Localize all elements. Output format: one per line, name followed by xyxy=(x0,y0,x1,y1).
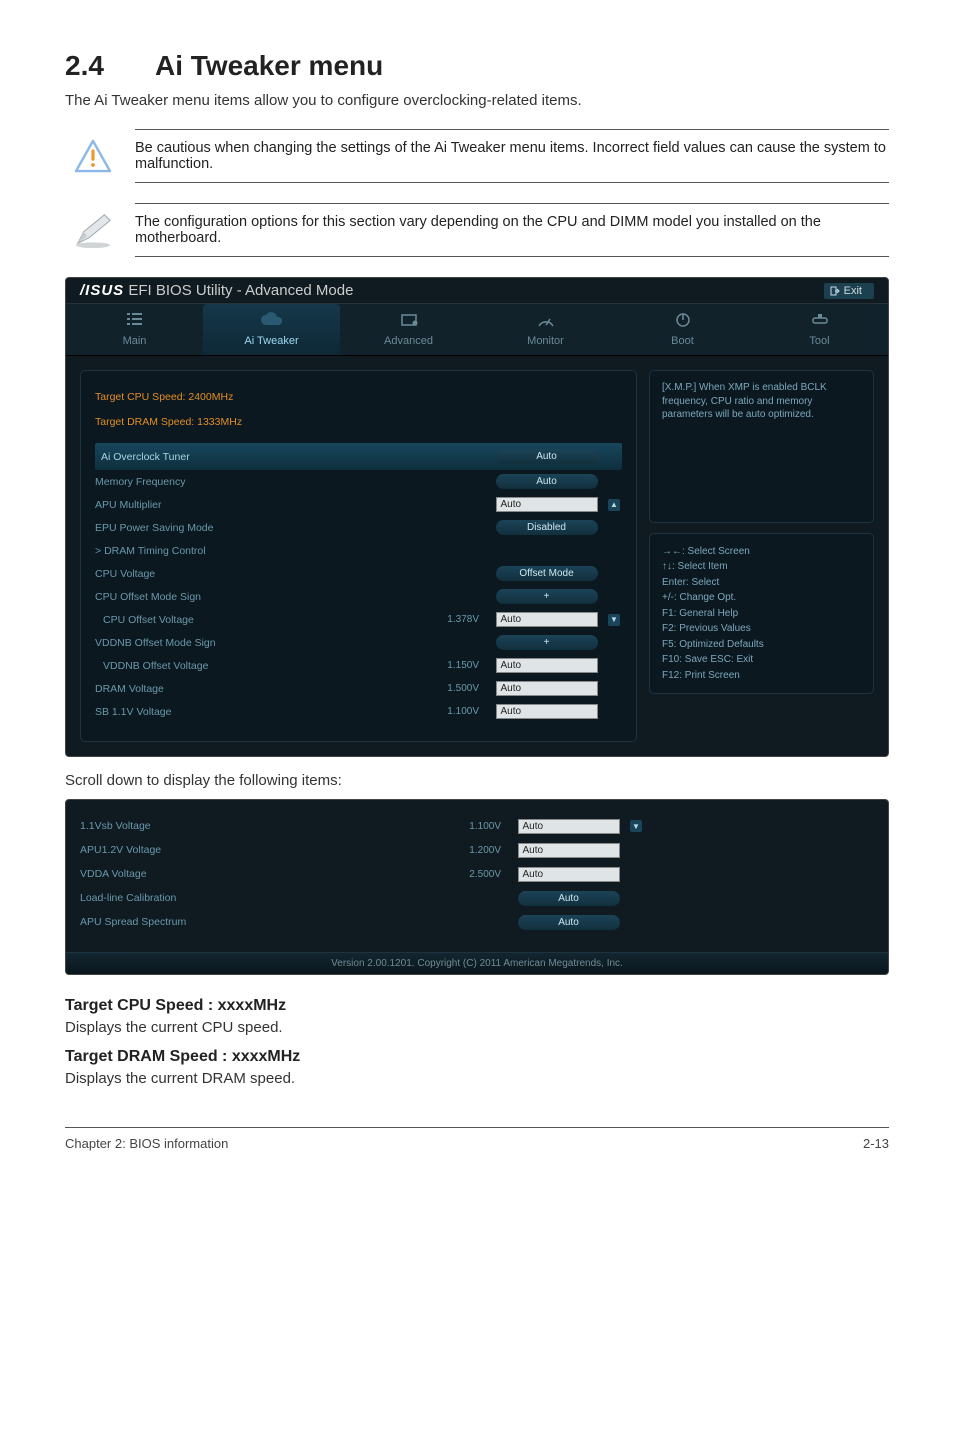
row-vddnb-offset-voltage[interactable]: VDDNB Offset Voltage 1.150V Auto xyxy=(95,654,622,677)
value-disabled[interactable]: Disabled xyxy=(496,520,598,535)
warning-icon xyxy=(65,139,120,173)
value-offset-mode[interactable]: Offset Mode xyxy=(496,566,598,581)
value-auto[interactable]: Auto xyxy=(496,474,598,489)
scroll-down-icon[interactable]: ▼ xyxy=(608,614,620,626)
row-vdda-voltage[interactable]: VDDA Voltage 2.500V Auto xyxy=(80,862,874,886)
cloud-icon xyxy=(259,311,285,329)
footer-page-number: 2-13 xyxy=(863,1136,889,1151)
scroll-down-icon[interactable]: ▼ xyxy=(630,820,642,832)
value-plus[interactable]: + xyxy=(496,589,598,604)
target-dram-text: Displays the current DRAM speed. xyxy=(65,1070,889,1087)
section-number: 2.4 xyxy=(65,50,155,82)
tab-tool[interactable]: Tool xyxy=(751,304,888,355)
row-load-line-calibration[interactable]: Load-line Calibration Auto xyxy=(80,886,874,910)
row-ai-overclock-tuner[interactable]: Ai Overclock Tuner Auto xyxy=(95,443,622,470)
scroll-up-icon[interactable]: ▲ xyxy=(608,499,620,511)
footer-chapter: Chapter 2: BIOS information xyxy=(65,1136,228,1151)
tab-ai-tweaker[interactable]: Ai Tweaker xyxy=(203,304,340,355)
value-auto[interactable]: Auto xyxy=(518,891,620,906)
row-dram-timing-control[interactable]: > DRAM Timing Control xyxy=(95,539,622,562)
row-apu-multiplier[interactable]: APU Multiplier Auto ▲ xyxy=(95,493,622,516)
menu-tabs: Main Ai Tweaker Advanced Monitor Boot To… xyxy=(66,303,888,356)
row-apu-1-2v-voltage[interactable]: APU1.2V Voltage 1.200V Auto xyxy=(80,838,874,862)
info-note: The configuration options for this secti… xyxy=(65,203,889,257)
value-auto[interactable]: Auto xyxy=(496,449,598,464)
input-auto[interactable]: Auto xyxy=(496,704,598,719)
tab-monitor[interactable]: Monitor xyxy=(477,304,614,355)
target-cpu-heading: Target CPU Speed : xxxxMHz xyxy=(65,997,889,1015)
exit-button[interactable]: Exit xyxy=(824,283,874,299)
row-dram-voltage[interactable]: DRAM Voltage 1.500V Auto xyxy=(95,677,622,700)
warning-text: Be cautious when changing the settings o… xyxy=(135,136,889,176)
bios-screenshot-main: /ISUS EFI BIOS Utility - Advanced Mode E… xyxy=(65,277,889,757)
target-cpu-speed: Target CPU Speed: 2400MHz xyxy=(95,385,622,408)
bios-screenshot-scrolled: 1.1Vsb Voltage 1.100V Auto ▼ APU1.2V Vol… xyxy=(65,799,889,975)
target-dram-heading: Target DRAM Speed : xxxxMHz xyxy=(65,1048,889,1066)
exit-icon xyxy=(830,286,840,296)
row-cpu-offset-voltage[interactable]: CPU Offset Voltage 1.378V Auto ▼ xyxy=(95,608,622,631)
list-icon xyxy=(125,311,145,329)
input-auto[interactable]: Auto xyxy=(496,497,598,512)
tab-advanced[interactable]: Advanced xyxy=(340,304,477,355)
target-cpu-text: Displays the current CPU speed. xyxy=(65,1019,889,1036)
input-auto[interactable]: Auto xyxy=(496,612,598,627)
input-auto[interactable]: Auto xyxy=(518,843,620,858)
row-epu-power-saving[interactable]: EPU Power Saving Mode Disabled xyxy=(95,516,622,539)
power-icon xyxy=(674,311,692,329)
section-title: Ai Tweaker menu xyxy=(155,50,383,81)
key-hints-box: →←: Select Screen ↑↓: Select Item Enter:… xyxy=(649,533,874,695)
row-cpu-voltage[interactable]: CPU Voltage Offset Mode xyxy=(95,562,622,585)
input-auto[interactable]: Auto xyxy=(518,867,620,882)
row-1-1vsb-voltage[interactable]: 1.1Vsb Voltage 1.100V Auto ▼ xyxy=(80,814,874,838)
tool-icon xyxy=(810,311,830,329)
tab-main[interactable]: Main xyxy=(66,304,203,355)
intro-text: The Ai Tweaker menu items allow you to c… xyxy=(65,92,889,109)
target-cpu-section: Target CPU Speed : xxxxMHz Displays the … xyxy=(65,997,889,1036)
page-footer: Chapter 2: BIOS information 2-13 xyxy=(65,1127,889,1151)
row-cpu-offset-mode-sign[interactable]: CPU Offset Mode Sign + xyxy=(95,585,622,608)
info-text: The configuration options for this secti… xyxy=(135,210,889,250)
bios-copyright: Version 2.00.1201. Copyright (C) 2011 Am… xyxy=(66,952,888,974)
target-dram-speed: Target DRAM Speed: 1333MHz xyxy=(95,410,622,433)
help-box: [X.M.P.] When XMP is enabled BCLK freque… xyxy=(649,370,874,523)
bios-brand: /ISUS EFI BIOS Utility - Advanced Mode xyxy=(80,282,353,299)
row-sb-1-1v-voltage[interactable]: SB 1.1V Voltage 1.100V Auto xyxy=(95,700,622,723)
row-memory-frequency[interactable]: Memory Frequency Auto xyxy=(95,470,622,493)
input-auto[interactable]: Auto xyxy=(518,819,620,834)
target-dram-section: Target DRAM Speed : xxxxMHz Displays the… xyxy=(65,1048,889,1087)
gauge-icon xyxy=(536,311,556,329)
value-auto[interactable]: Auto xyxy=(518,915,620,930)
warning-note: Be cautious when changing the settings o… xyxy=(65,129,889,183)
scroll-instruction: Scroll down to display the following ite… xyxy=(65,772,889,789)
section-heading: 2.4Ai Tweaker menu xyxy=(65,50,889,82)
input-auto[interactable]: Auto xyxy=(496,681,598,696)
tab-boot[interactable]: Boot xyxy=(614,304,751,355)
pencil-icon xyxy=(65,211,120,249)
row-vddnb-offset-mode-sign[interactable]: VDDNB Offset Mode Sign + xyxy=(95,631,622,654)
input-auto[interactable]: Auto xyxy=(496,658,598,673)
value-plus[interactable]: + xyxy=(496,635,598,650)
chip-icon xyxy=(398,311,420,329)
row-apu-spread-spectrum[interactable]: APU Spread Spectrum Auto xyxy=(80,910,874,934)
